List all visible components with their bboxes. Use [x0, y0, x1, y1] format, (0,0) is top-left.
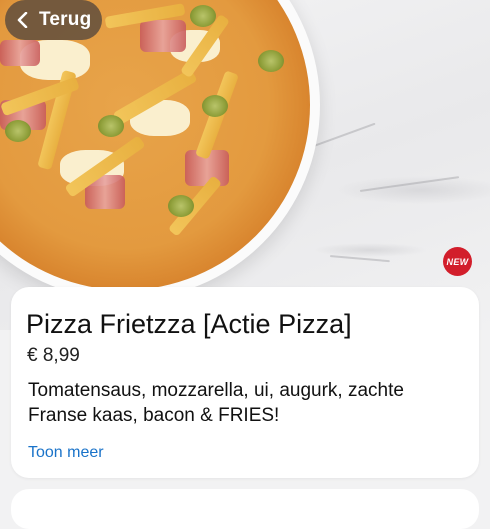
marble-texture [359, 176, 460, 192]
next-card [11, 489, 479, 529]
pizza-photo [0, 0, 310, 290]
product-description: Tomatensaus, mozzarella, ui, augurk, zac… [28, 380, 404, 426]
product-price: € 8,99 [27, 345, 80, 366]
product-title: Pizza Frietzza [Actie Pizza] [26, 309, 352, 339]
new-badge: NEW [443, 247, 472, 276]
marble-texture [329, 255, 390, 263]
back-button-label: Terug [39, 9, 92, 30]
product-hero-image: Terug NEW [0, 0, 490, 330]
show-more-link[interactable]: Toon meer [28, 444, 104, 462]
chevron-left-icon [17, 12, 28, 28]
back-button[interactable]: Terug [5, 0, 102, 40]
product-card: Pizza Frietzza [Actie Pizza] € 8,99 Toma… [11, 287, 479, 478]
